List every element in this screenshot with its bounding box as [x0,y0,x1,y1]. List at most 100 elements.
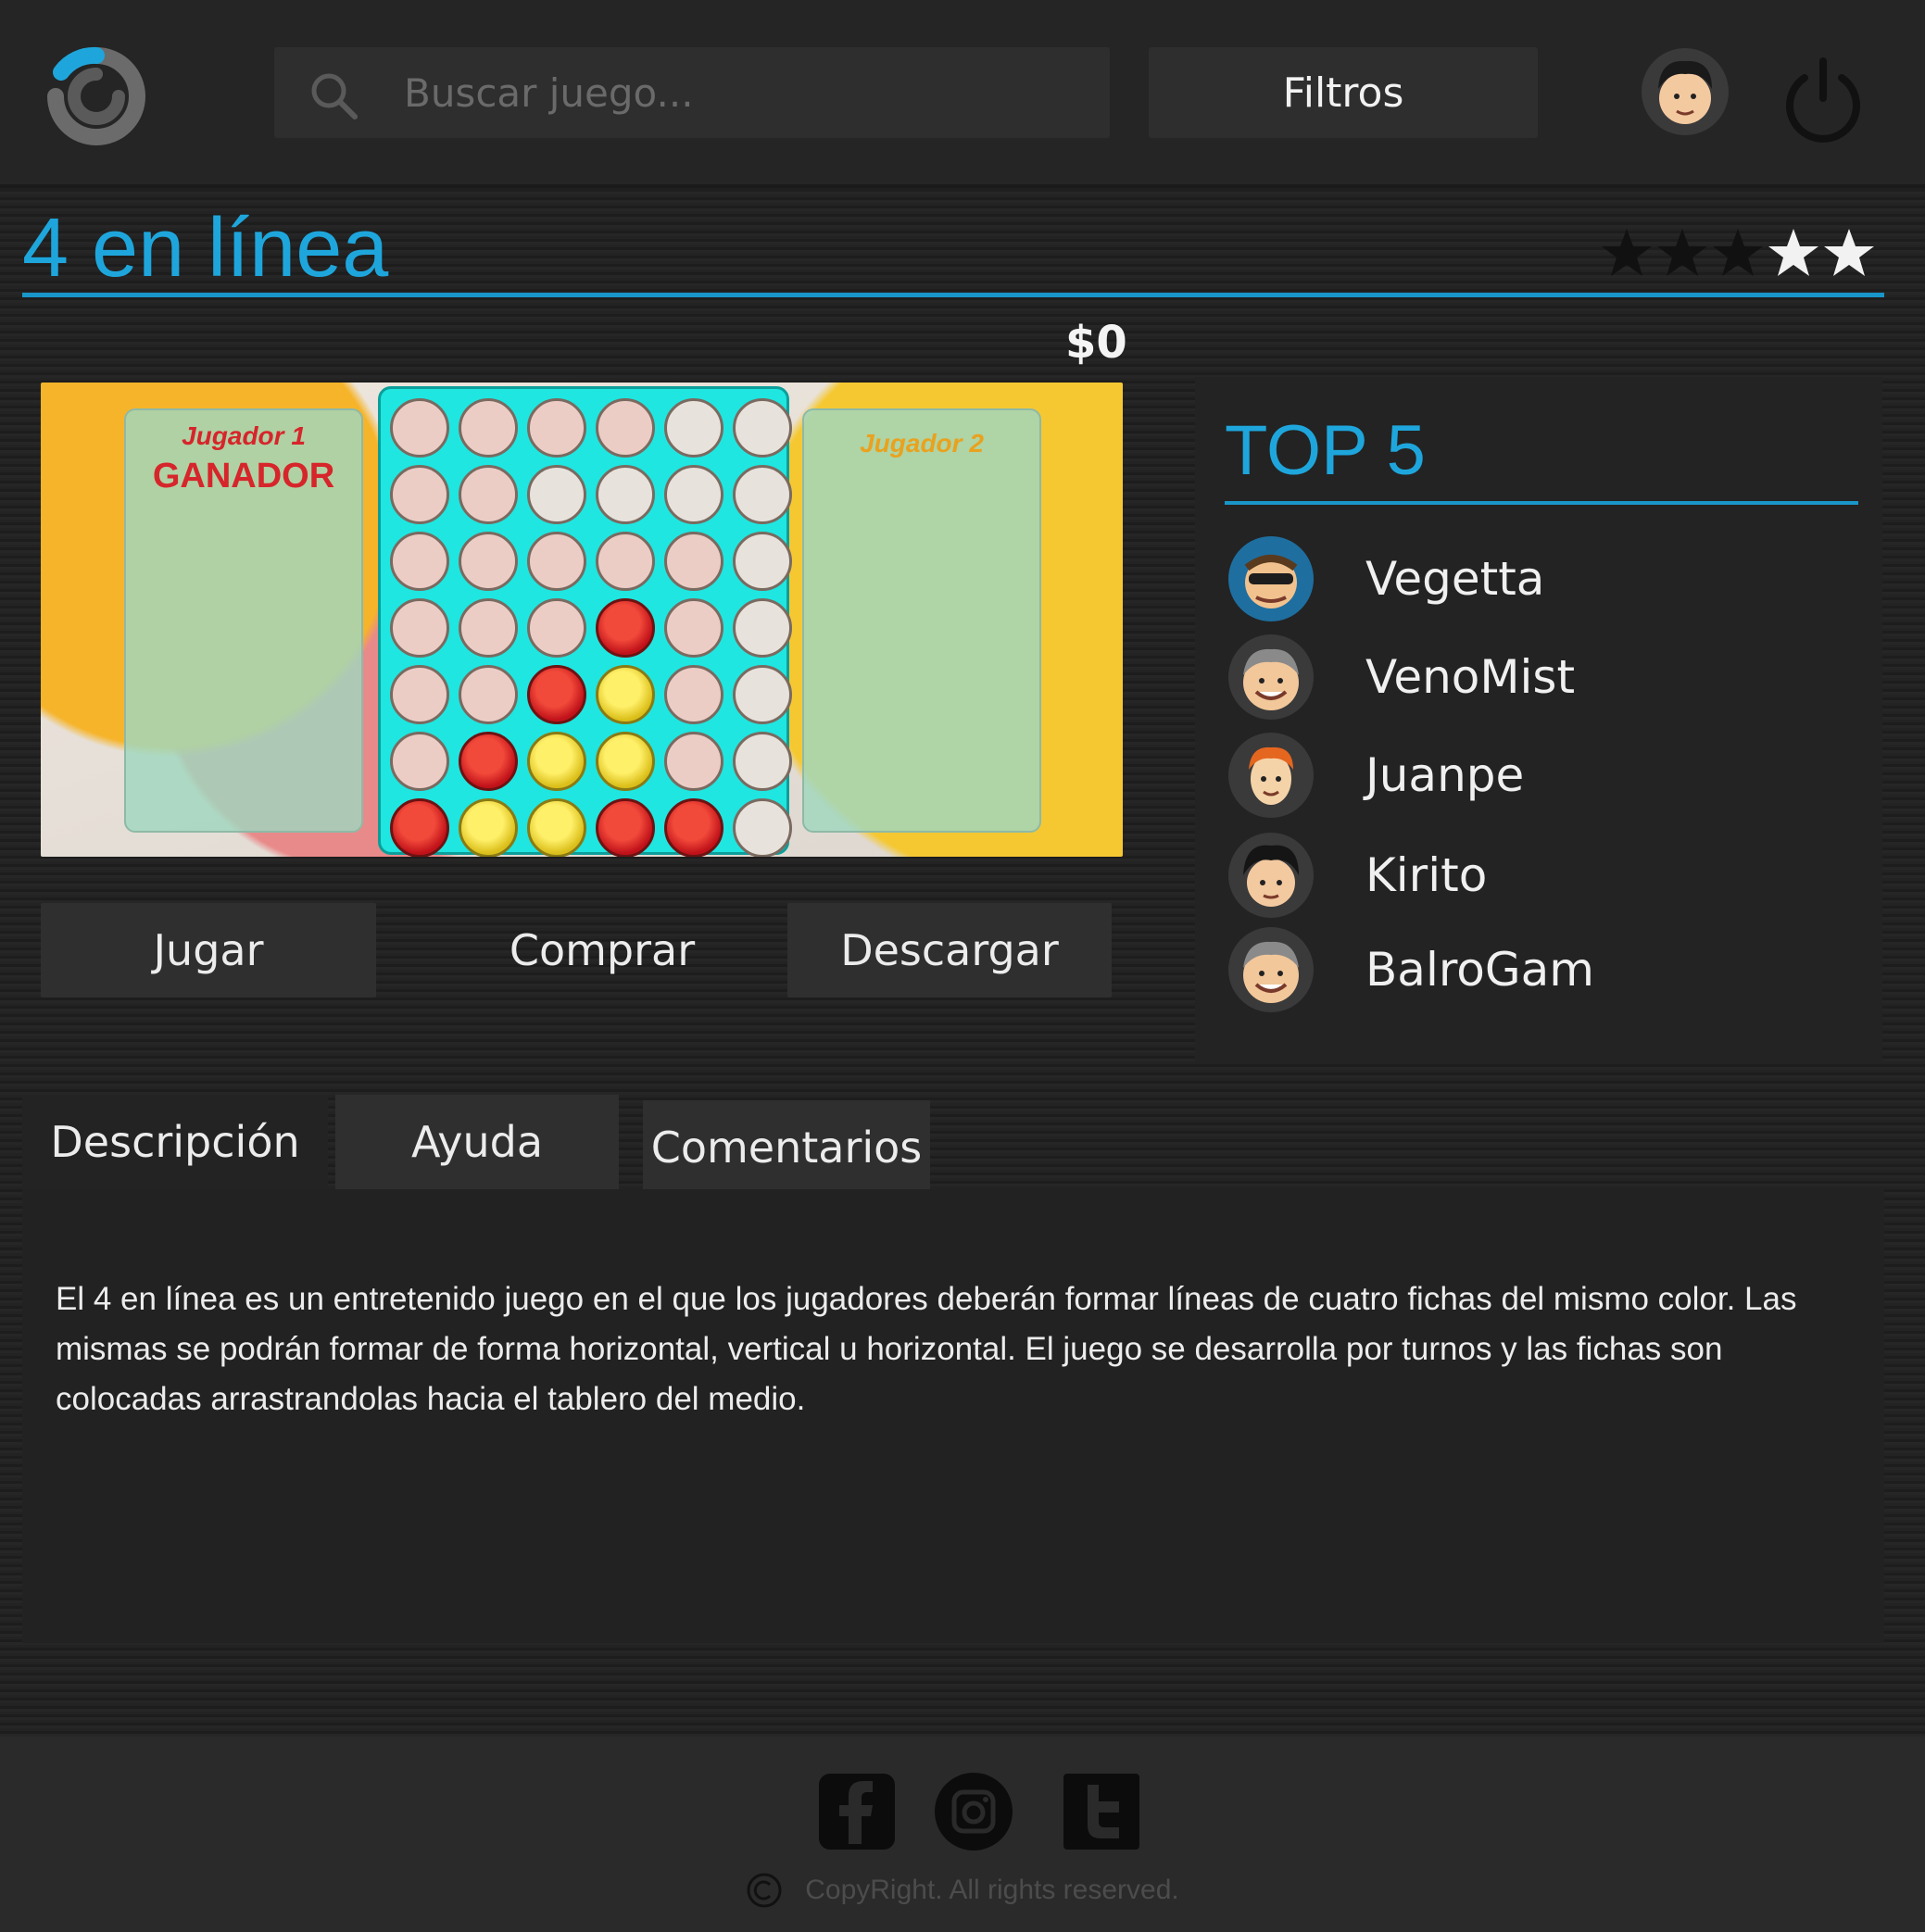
avatar-face-icon [1243,845,1299,907]
search-bar[interactable] [274,47,1110,138]
board-cell [459,665,518,724]
winner-label: GANADOR [152,457,335,496]
player2-label: Jugador 2 [860,429,984,458]
board-cell [390,465,449,524]
star-filled-icon[interactable] [1599,225,1654,281]
facebook-icon[interactable] [815,1770,899,1853]
avatar-face-icon [1249,746,1293,805]
player2-panel: Jugador 2 [802,408,1041,833]
board-cell [664,598,723,658]
logo-icon[interactable] [37,31,156,150]
top5-panel: TOP 5 Vegetta VenoMist Juanpe Kirito Bal… [1195,377,1882,1064]
board-cell [733,732,792,791]
board-cell [664,665,723,724]
game-detail-page: 4 en línea $0 Jugador 1 GANADOR Jugador … [0,192,1925,1737]
game-actions: Jugar Comprar Descargar [41,903,1112,997]
game-title: 4 en línea [22,202,389,295]
board-cell [664,732,723,791]
search-icon [311,73,358,119]
avatar-face-icon [1244,555,1298,608]
player-name: Juanpe [1365,748,1525,802]
star-filled-icon[interactable] [1710,225,1766,281]
red-token [664,798,723,857]
board-cell [733,465,792,524]
red-token [596,598,655,658]
filters-button[interactable]: Filtros [1149,47,1538,138]
twitter-icon[interactable] [1060,1770,1143,1853]
yellow-token [596,665,655,724]
top-bar: Filtros [0,0,1925,188]
yellow-token [527,798,586,857]
user-avatar[interactable] [1642,48,1729,135]
player-avatar [1228,536,1314,621]
player-name: Kirito [1365,848,1488,902]
play-button[interactable]: Jugar [41,903,376,997]
game-price: $0 [1065,317,1127,369]
board-cell [459,598,518,658]
board-cell [390,665,449,724]
avatar-face-icon [1243,941,1299,1003]
copyright-text: CopyRight. All rights reserved. [805,1875,1179,1905]
red-token [527,665,586,724]
leaderboard-item[interactable]: Kirito [1228,831,1858,920]
copyright: CopyRight. All rights reserved. [0,1872,1925,1909]
leaderboard-item[interactable]: BalroGam [1228,925,1858,1014]
board-cell [664,465,723,524]
board-cell [733,598,792,658]
search-input[interactable] [404,47,1089,138]
tab-help[interactable]: Ayuda [335,1095,619,1189]
buy-button[interactable]: Comprar [417,903,787,997]
player-avatar [1228,733,1314,818]
leaderboard-item[interactable]: Vegetta [1228,534,1858,623]
instagram-icon[interactable] [932,1770,1015,1853]
board-cell [390,732,449,791]
board-cell [733,398,792,458]
player-avatar [1228,833,1314,918]
board-cell [733,532,792,591]
board-cell [596,465,655,524]
yellow-token [527,732,586,791]
rating-stars[interactable] [1599,225,1877,281]
copyright-icon [747,1873,782,1908]
game-description: El 4 en línea es un entretenido juego en… [56,1281,1797,1417]
leaderboard-item[interactable]: Juanpe [1228,731,1858,820]
board-cell [596,398,655,458]
red-token [596,798,655,857]
board-cell [527,465,586,524]
download-button[interactable]: Descargar [787,903,1112,997]
board-cell [664,398,723,458]
board-cell [390,532,449,591]
player1-panel: Jugador 1 GANADOR [124,408,363,833]
board-cell [664,532,723,591]
tab-content: El 4 en línea es un entretenido juego en… [22,1189,1884,1643]
red-token [390,798,449,857]
board-cell [459,532,518,591]
tab-comments[interactable]: Comentarios [643,1100,930,1195]
title-divider [22,293,1884,297]
player-avatar [1228,634,1314,720]
player-name: BalroGam [1365,943,1594,997]
board-cell [527,532,586,591]
leaderboard-item[interactable]: VenoMist [1228,633,1858,721]
power-icon[interactable] [1779,54,1868,143]
board-cell [733,665,792,724]
yellow-token [459,798,518,857]
player1-label: Jugador 1 [182,421,306,450]
footer: CopyRight. All rights reserved. [0,1737,1925,1932]
board-cell [390,598,449,658]
star-empty-icon[interactable] [1766,225,1821,281]
board-cell [596,532,655,591]
avatar-face-icon [1243,648,1299,710]
board-cell [527,398,586,458]
player-avatar [1228,927,1314,1012]
yellow-token [596,732,655,791]
tab-description[interactable]: Descripción [22,1095,328,1189]
board-cell [390,398,449,458]
star-empty-icon[interactable] [1821,225,1877,281]
game-screenshot: Jugador 1 GANADOR Jugador 2 [41,383,1123,857]
board-cell [527,598,586,658]
game-board [378,386,792,857]
board-cell [733,798,792,857]
board-cell [459,398,518,458]
star-filled-icon[interactable] [1654,225,1710,281]
